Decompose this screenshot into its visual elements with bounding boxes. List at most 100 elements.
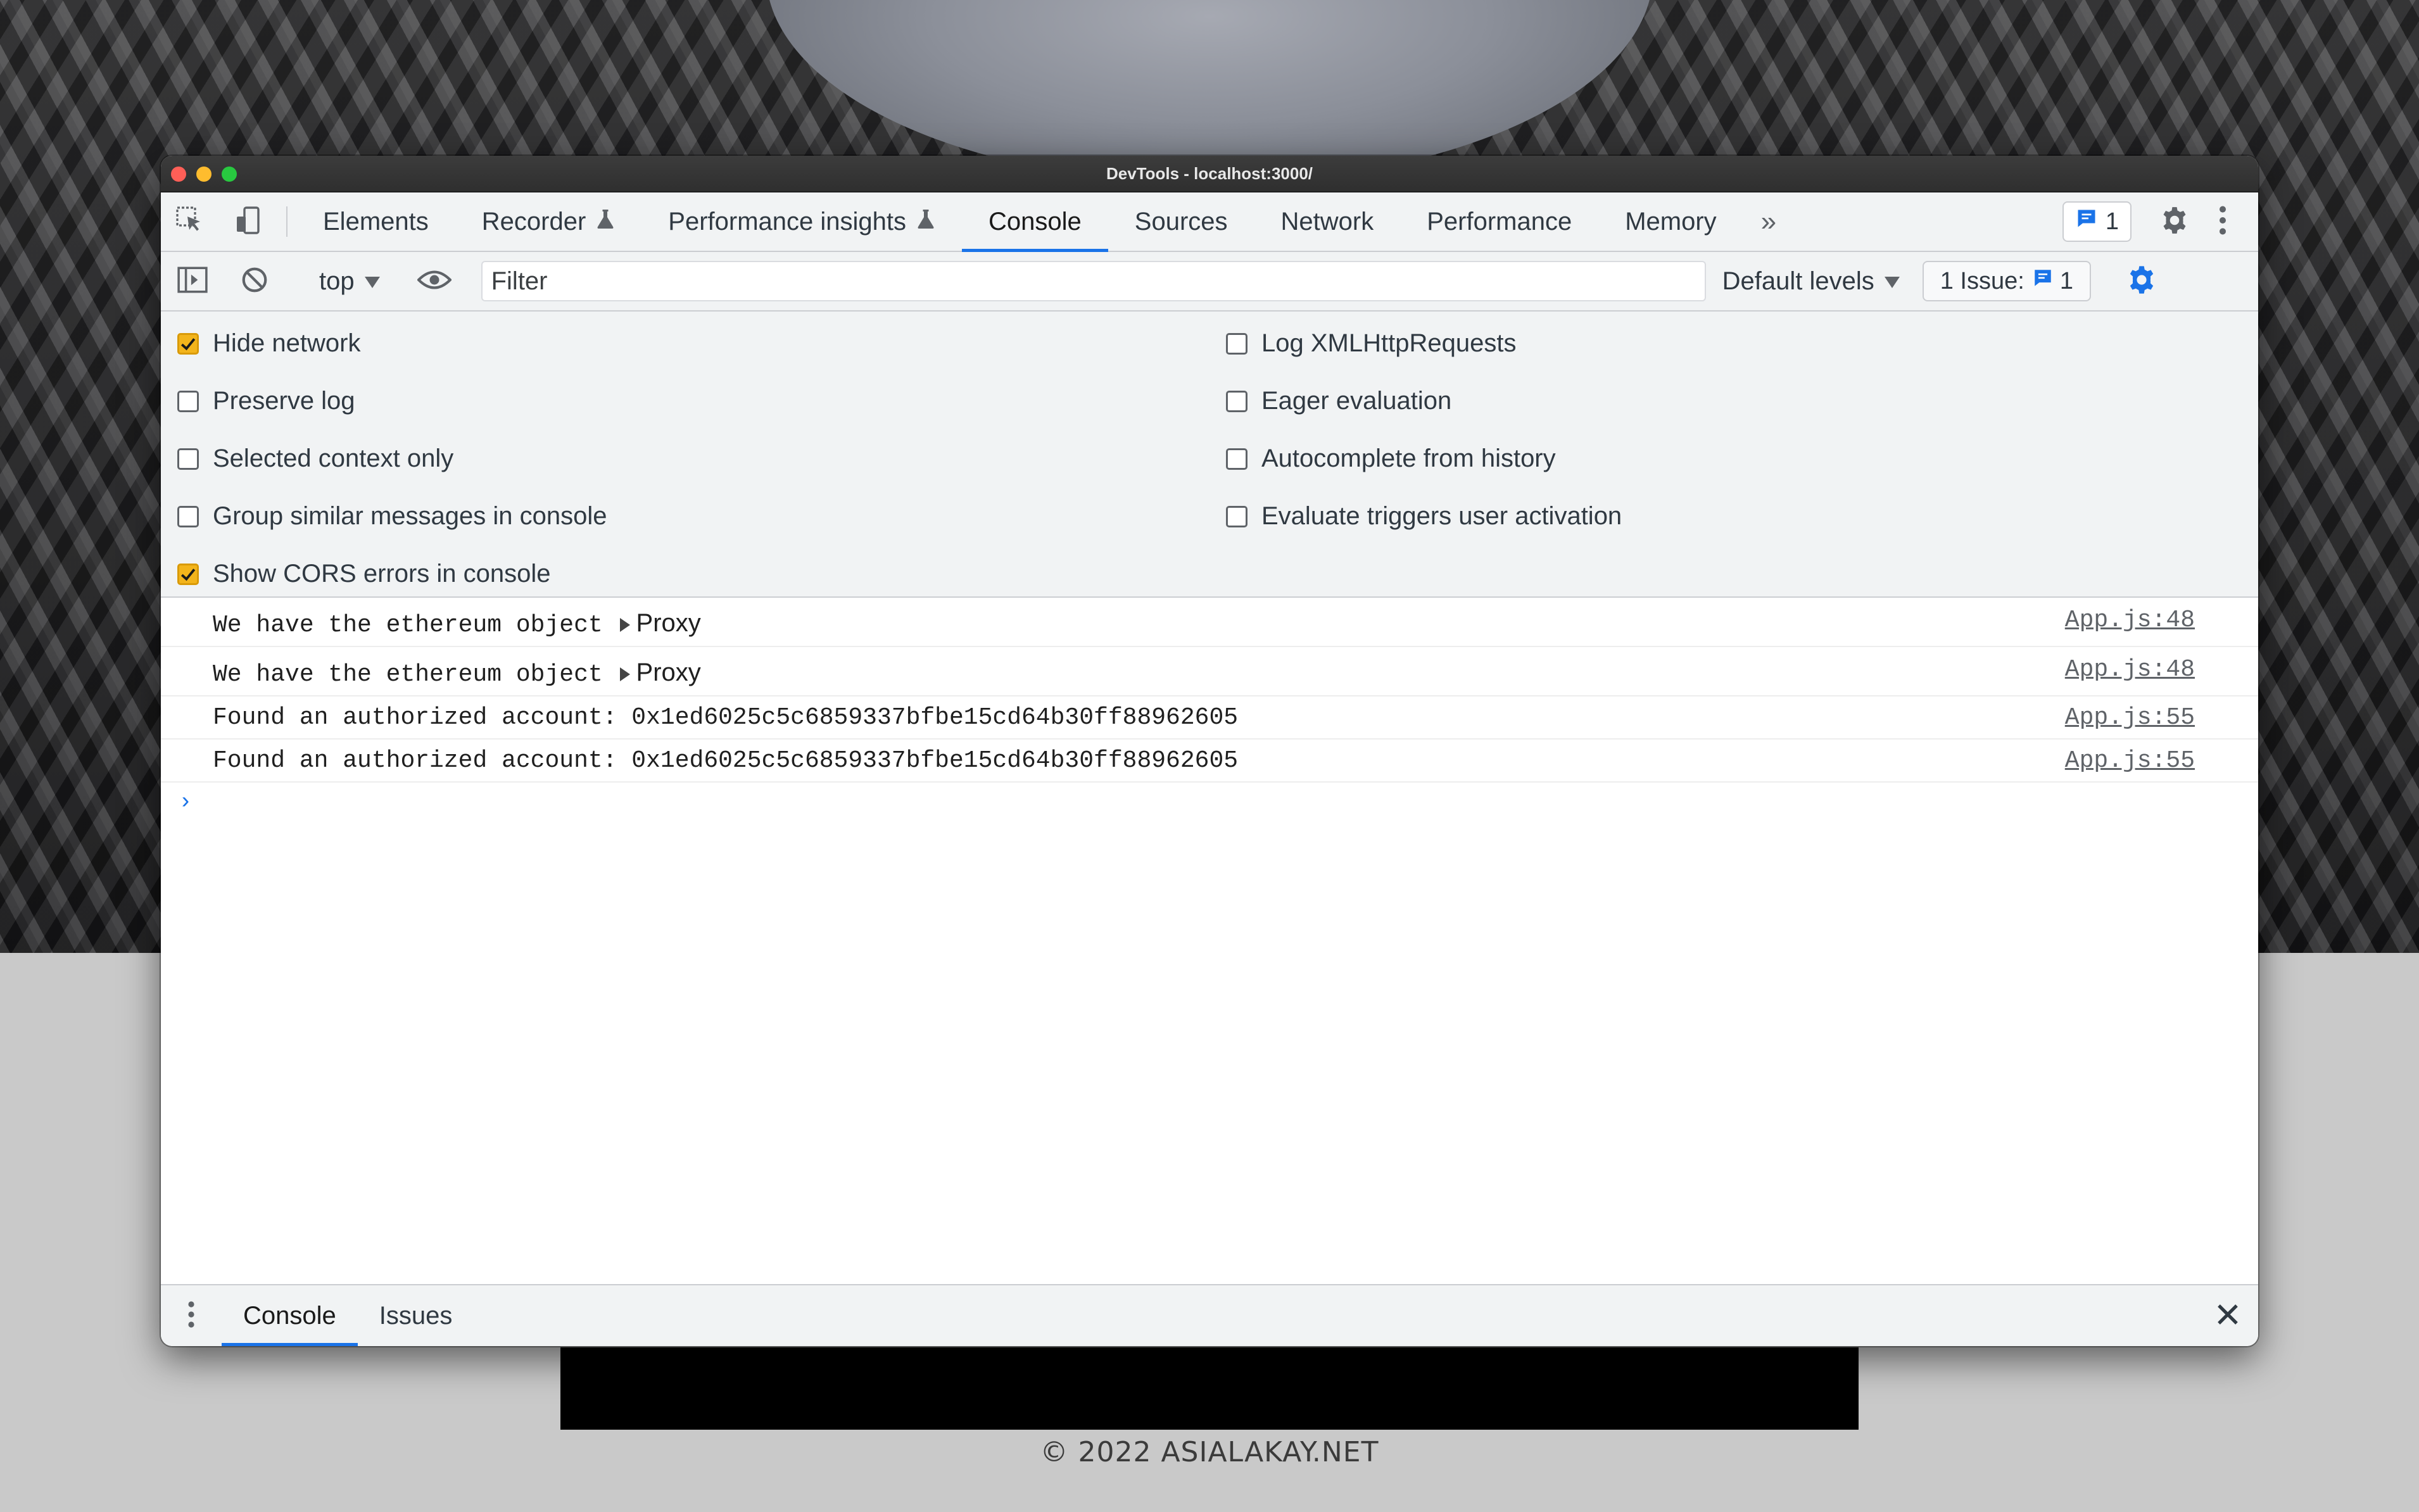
setting-hide-network[interactable]: Hide network <box>177 329 360 358</box>
tab-label: Performance insights <box>668 207 906 236</box>
javascript-context-select[interactable]: top <box>304 267 395 296</box>
tab-label: Sources <box>1134 207 1228 236</box>
tab-elements[interactable]: Elements <box>296 192 455 251</box>
setting-show-cors-errors[interactable]: Show CORS errors in console <box>177 560 551 588</box>
message-source-link[interactable]: App.js:48 <box>2065 607 2195 634</box>
filter-input[interactable] <box>481 261 1706 301</box>
toolbar-right-cluster: 1 <box>2062 192 2258 251</box>
setting-label: Hide network <box>213 329 361 357</box>
caret-down-icon <box>1884 267 1900 296</box>
setting-label: Autocomplete from history <box>1261 444 1556 472</box>
caret-down-icon <box>364 267 380 296</box>
tab-label: Performance <box>1427 207 1572 236</box>
setting-autocomplete-from-history[interactable]: Autocomplete from history <box>1226 444 1556 473</box>
setting-label: Selected context only <box>213 444 454 472</box>
device-mode-icon <box>233 205 263 239</box>
chevron-double-right-icon: » <box>1760 206 1777 237</box>
setting-label: Show CORS errors in console <box>213 560 551 588</box>
message-source-link[interactable]: App.js:55 <box>2065 747 2195 774</box>
tab-label: Elements <box>323 207 429 236</box>
tab-performance[interactable]: Performance <box>1400 192 1598 251</box>
checkbox[interactable] <box>177 390 199 412</box>
tab-memory[interactable]: Memory <box>1598 192 1743 251</box>
drawer-tab-issues[interactable]: Issues <box>358 1285 474 1346</box>
message-source-link[interactable]: App.js:48 <box>2065 656 2195 683</box>
checkbox-checked[interactable] <box>177 332 199 355</box>
devtools-window: DevTools - localhost:3000/ Elements Reco… <box>161 156 2258 1346</box>
console-settings-button[interactable] <box>2123 252 2161 310</box>
clear-ban-icon <box>240 265 269 298</box>
close-drawer-button[interactable] <box>2197 1285 2258 1346</box>
message-text: We have the ethereum object <box>213 612 617 639</box>
checkbox[interactable] <box>177 448 199 470</box>
kebab-menu-icon <box>187 1301 195 1332</box>
issues-count-group: 1 <box>2032 267 2073 295</box>
setting-selected-context-only[interactable]: Selected context only <box>177 444 453 473</box>
tab-console[interactable]: Console <box>962 192 1108 252</box>
console-messages: We have the ethereum object Proxy App.js… <box>161 598 2258 827</box>
close-icon <box>2215 1302 2240 1330</box>
experiment-flask-icon <box>596 208 615 236</box>
console-message: Found an authorized account: 0x1ed6025c5… <box>161 696 2258 740</box>
setting-preserve-log[interactable]: Preserve log <box>177 387 355 415</box>
tab-recorder[interactable]: Recorder <box>455 192 642 251</box>
expand-triangle-icon[interactable] <box>619 617 630 632</box>
setting-eager-evaluation[interactable]: Eager evaluation <box>1226 387 1451 415</box>
inspect-element-button[interactable] <box>161 192 219 251</box>
tab-sources[interactable]: Sources <box>1108 192 1254 251</box>
device-toolbar-button[interactable] <box>219 192 277 251</box>
title-bar: DevTools - localhost:3000/ <box>161 156 2258 192</box>
settings-button[interactable] <box>2151 205 2199 239</box>
messages-badge-button[interactable]: 1 <box>2062 201 2132 242</box>
prompt-chevron-icon: › <box>179 789 193 815</box>
customize-menu-button[interactable] <box>2199 205 2247 239</box>
kebab-menu-icon <box>2218 205 2227 239</box>
console-toolbar: top Default levels 1 Issue: 1 <box>161 252 2258 312</box>
tab-network[interactable]: Network <box>1254 192 1401 251</box>
setting-label: Preserve log <box>213 387 355 415</box>
console-message: We have the ethereum object Proxy App.js… <box>161 598 2258 647</box>
console-prompt-row[interactable]: › <box>161 783 2258 827</box>
setting-group-similar-messages[interactable]: Group similar messages in console <box>177 502 607 531</box>
proxy-object[interactable]: Proxy <box>636 658 701 686</box>
checkbox[interactable] <box>1226 448 1247 470</box>
issues-button[interactable]: 1 Issue: 1 <box>1922 261 2091 301</box>
checkbox[interactable] <box>1226 505 1247 527</box>
log-levels-dropdown[interactable]: Default levels <box>1706 267 1916 296</box>
issues-count: 1 <box>2059 267 2073 294</box>
setting-label: Log XMLHttpRequests <box>1261 329 1517 357</box>
clear-console-button[interactable] <box>224 252 285 310</box>
message-content: We have the ethereum object Proxy <box>213 658 701 688</box>
more-tabs-button[interactable]: » <box>1743 192 1794 251</box>
setting-label: Evaluate triggers user activation <box>1261 502 1622 530</box>
message-icon <box>2032 267 2054 295</box>
drawer-tab-label: Console <box>243 1301 336 1330</box>
drawer-menu-button[interactable] <box>161 1285 222 1346</box>
proxy-object[interactable]: Proxy <box>636 609 701 637</box>
checkbox[interactable] <box>1226 332 1247 355</box>
console-settings-pane: Hide network Preserve log Selected conte… <box>161 312 2258 598</box>
eye-icon <box>416 268 452 294</box>
message-icon <box>2075 207 2098 236</box>
drawer-tab-console[interactable]: Console <box>222 1285 358 1346</box>
close-window-button[interactable] <box>171 167 186 182</box>
live-expression-button[interactable] <box>414 252 455 310</box>
gear-icon <box>2159 205 2190 239</box>
message-source-link[interactable]: App.js:55 <box>2065 704 2195 731</box>
drawer-tab-label: Issues <box>379 1301 453 1330</box>
setting-log-xmlhttprequests[interactable]: Log XMLHttpRequests <box>1226 329 1516 358</box>
levels-label: Default levels <box>1722 267 1874 295</box>
page-footer: © 2022 ASIALAKAY.NET <box>1040 1436 1379 1468</box>
message-content: We have the ethereum object Proxy <box>213 609 701 639</box>
show-sidebar-button[interactable] <box>161 252 224 310</box>
checkbox[interactable] <box>177 505 199 527</box>
checkbox[interactable] <box>1226 390 1247 412</box>
checkbox-checked[interactable] <box>177 563 199 585</box>
setting-label: Eager evaluation <box>1261 387 1452 415</box>
message-text: Found an authorized account: 0x1ed6025c5… <box>213 704 1239 731</box>
expand-triangle-icon[interactable] <box>619 667 630 681</box>
minimize-window-button[interactable] <box>196 167 212 182</box>
tab-performance-insights[interactable]: Performance insights <box>641 192 962 251</box>
maximize-window-button[interactable] <box>222 167 237 182</box>
setting-evaluate-triggers-user-activation[interactable]: Evaluate triggers user activation <box>1226 502 1622 531</box>
